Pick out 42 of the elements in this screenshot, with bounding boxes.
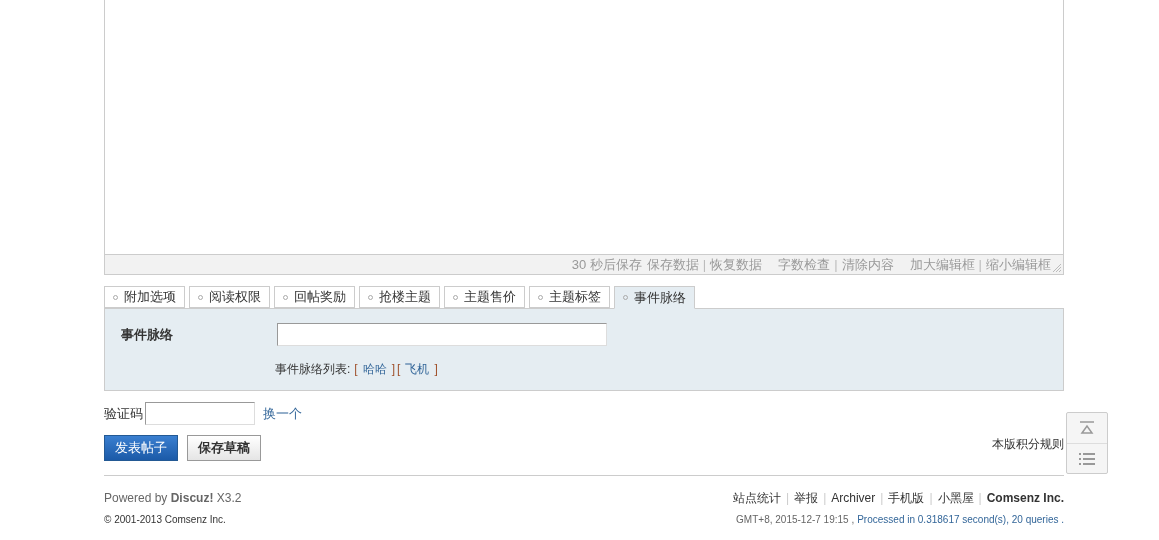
list-label: 事件脉络列表: bbox=[275, 361, 351, 378]
footer-link[interactable]: 小黑屋 bbox=[937, 489, 974, 507]
processed-text: Processed in 0.318617 second(s), 20 queries . bbox=[857, 513, 1064, 527]
copyright-text: © 2001-2013 Comsenz Inc. bbox=[104, 513, 226, 527]
save-draft-button[interactable]: 保存草稿 bbox=[187, 435, 261, 461]
rules-link[interactable]: 本版积分规则 bbox=[992, 435, 1064, 453]
separator: | bbox=[929, 490, 933, 507]
event-link[interactable]: 哈哈 bbox=[362, 360, 387, 378]
captcha-field[interactable] bbox=[145, 402, 255, 425]
separator: | bbox=[702, 255, 707, 274]
tab[interactable]: 主题标签 bbox=[529, 286, 610, 308]
bracket: ] bbox=[391, 361, 396, 378]
separator: | bbox=[834, 255, 838, 274]
captcha-label: 验证码 bbox=[104, 404, 143, 423]
footer-link[interactable]: 举报 bbox=[794, 489, 819, 507]
bracket: [ bbox=[354, 361, 358, 378]
event-link[interactable]: 飞机 bbox=[405, 360, 430, 378]
separator: | bbox=[880, 490, 884, 507]
separator: | bbox=[978, 255, 982, 274]
footer-link[interactable]: Archiver bbox=[831, 489, 876, 507]
tab[interactable]: 回帖奖励 bbox=[274, 286, 355, 308]
input-field[interactable] bbox=[277, 323, 607, 346]
time-text: GMT+8, 2015-12-7 19:15 , bbox=[736, 513, 855, 527]
submit-button[interactable]: 发表帖子 bbox=[104, 435, 178, 461]
resize-grip-icon[interactable] bbox=[1052, 263, 1062, 273]
footer-link[interactable]: Comsenz Inc. bbox=[986, 489, 1064, 507]
separator: | bbox=[823, 490, 827, 507]
separator: | bbox=[978, 490, 982, 507]
bracket: [ bbox=[397, 361, 401, 378]
bracket: ] bbox=[434, 361, 438, 378]
autosave-text: 30 秒后保存 bbox=[571, 255, 642, 274]
footer-link[interactable]: 手机版 bbox=[888, 489, 925, 507]
tab[interactable]: 阅读权限 bbox=[189, 286, 270, 308]
refresh-link[interactable]: 换一个 bbox=[263, 403, 302, 424]
tab[interactable]: 主题售价 bbox=[444, 286, 525, 308]
separator: | bbox=[786, 490, 790, 507]
footer-link[interactable]: 站点统计 bbox=[733, 489, 781, 507]
tab[interactable]: 事件脉络 bbox=[614, 286, 695, 309]
field-label: 事件脉络 bbox=[121, 325, 174, 344]
tab[interactable]: 抢楼主题 bbox=[359, 286, 440, 308]
tab[interactable]: 附加选项 bbox=[104, 286, 185, 308]
powered-by-text: Powered by Discuz! X3.2 bbox=[104, 490, 242, 507]
